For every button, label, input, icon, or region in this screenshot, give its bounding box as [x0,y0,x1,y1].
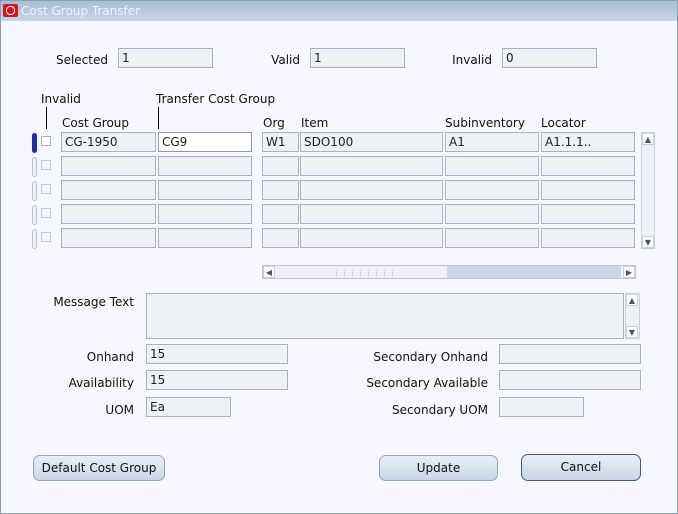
secondary-uom-field [499,397,584,417]
header-invalid: Invalid [41,92,81,106]
invalid-checkbox[interactable] [41,160,51,170]
org-cell[interactable] [262,180,299,200]
scroll-right-icon[interactable]: ▶ [623,266,635,278]
item-cell[interactable] [300,204,443,224]
item-cell[interactable] [300,180,443,200]
secondary-onhand-label: Secondary Onhand [373,350,488,364]
cost-group-transfer-window: Cost Group Transfer Selected 1 Valid 1 I… [0,0,678,514]
org-cell[interactable] [262,228,299,248]
availability-label: Availability [68,376,134,390]
transfer-cost-group-cell[interactable] [158,156,252,176]
cost-group-cell[interactable] [61,204,156,224]
invalid-checkbox[interactable] [41,136,51,146]
transfer-cost-group-cell[interactable] [158,228,252,248]
scroll-grip-icon: ⋮⋮⋮⋮⋮⋮⋮⋮ [333,269,397,277]
scroll-up-icon[interactable]: ▲ [626,294,638,306]
oracle-app-icon [3,4,18,17]
header-locator: Locator [541,116,586,130]
header-invalid-pointer [46,107,47,129]
invalid-checkbox[interactable] [41,232,51,242]
cost-group-cell[interactable] [61,180,156,200]
scroll-down-icon[interactable]: ▼ [642,236,654,248]
row-indicator[interactable] [32,157,37,177]
cost-group-cell[interactable] [61,228,156,248]
cost-group-cell[interactable]: CG-1950 [61,132,156,152]
subinventory-cell[interactable]: A1 [445,132,539,152]
org-cell[interactable] [262,156,299,176]
onhand-label: Onhand [86,350,134,364]
locator-cell[interactable] [541,156,635,176]
invalid-label: Invalid [452,53,492,67]
message-scrollbar[interactable]: ▲ ▼ [625,293,640,339]
locator-cell[interactable] [541,180,635,200]
window-title: Cost Group Transfer [21,4,141,18]
uom-label: UOM [105,403,134,417]
header-cost-group: Cost Group [62,116,130,130]
org-cell[interactable]: W1 [262,132,299,152]
cancel-button[interactable]: Cancel [521,454,641,481]
item-cell[interactable] [300,156,443,176]
header-item: Item [301,116,329,130]
locator-cell[interactable]: A1.1.1.. [541,132,635,152]
header-transfer-pointer [158,107,159,129]
selected-field: 1 [118,48,213,68]
invalid-checkbox[interactable] [41,184,51,194]
row-indicator[interactable] [32,133,37,153]
update-button[interactable]: Update [379,455,498,481]
grid-horizontal-scrollbar[interactable]: ◀ ⋮⋮⋮⋮⋮⋮⋮⋮ ▶ [262,265,636,279]
locator-cell[interactable] [541,228,635,248]
default-cost-group-button[interactable]: Default Cost Group [33,455,165,481]
message-text-area[interactable] [146,293,624,339]
secondary-available-label: Secondary Available [366,376,488,390]
header-subinventory: Subinventory [445,116,525,130]
onhand-field: 15 [146,344,288,364]
secondary-uom-label: Secondary UOM [392,403,488,417]
scroll-down-icon[interactable]: ▼ [626,326,638,338]
row-indicator[interactable] [32,205,37,225]
horizontal-scroll-thumb[interactable] [447,266,621,278]
transfer-cost-group-cell[interactable]: CG9 [158,132,252,152]
valid-label: Valid [271,53,300,67]
item-cell[interactable] [300,228,443,248]
secondary-available-field [499,370,641,390]
invalid-field: 0 [502,48,597,68]
subinventory-cell[interactable] [445,156,539,176]
grid-vertical-scrollbar[interactable]: ▲ ▼ [641,132,655,249]
org-cell[interactable] [262,204,299,224]
subinventory-cell[interactable] [445,204,539,224]
message-text-label: Message Text [53,295,134,309]
row-indicator[interactable] [32,229,37,249]
header-org: Org [263,116,285,130]
valid-field: 1 [310,48,405,68]
invalid-checkbox[interactable] [41,208,51,218]
locator-cell[interactable] [541,204,635,224]
subinventory-cell[interactable] [445,180,539,200]
subinventory-cell[interactable] [445,228,539,248]
selected-label: Selected [55,53,108,67]
scroll-up-icon[interactable]: ▲ [642,133,654,145]
uom-field: Ea [146,397,231,417]
transfer-cost-group-cell[interactable] [158,204,252,224]
cost-group-cell[interactable] [61,156,156,176]
secondary-onhand-field [499,344,641,364]
title-bar: Cost Group Transfer [1,1,677,21]
transfer-cost-group-cell[interactable] [158,180,252,200]
row-indicator[interactable] [32,181,37,201]
item-cell[interactable]: SDO100 [300,132,443,152]
availability-field: 15 [146,370,288,390]
scroll-left-icon[interactable]: ◀ [263,266,275,278]
header-transfer-cost-group: Transfer Cost Group [156,92,276,106]
